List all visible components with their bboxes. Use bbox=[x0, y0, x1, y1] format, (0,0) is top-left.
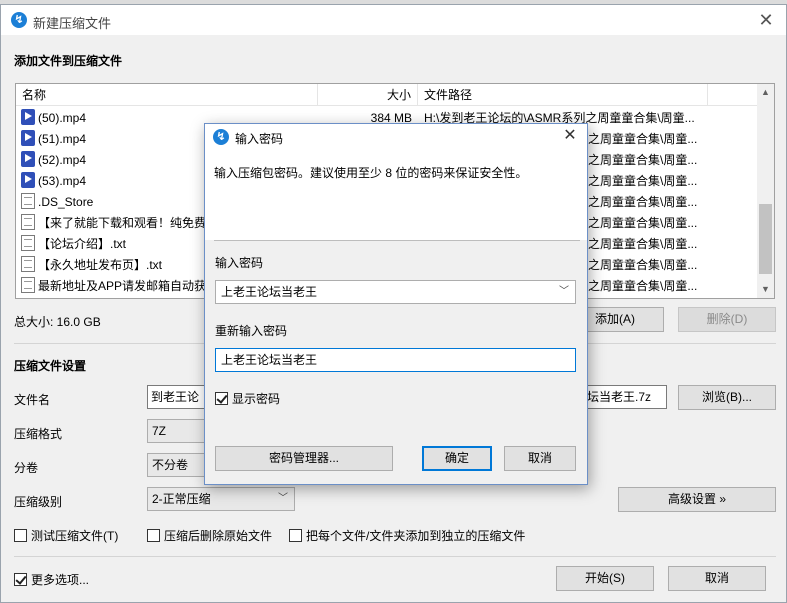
dialog-divider bbox=[214, 240, 580, 241]
footer-divider bbox=[14, 556, 776, 557]
dialog-description: 输入压缩包密码。建议使用至少 8 位的密码来保证安全性。 bbox=[214, 166, 528, 180]
file-name: 【永久地址发布页】.txt bbox=[38, 258, 163, 272]
checkbox-label: 把每个文件/文件夹添加到独立的压缩文件 bbox=[306, 529, 526, 543]
total-size-text: 总大小: 16.0 GB bbox=[14, 315, 101, 329]
file-name: (52).mp4 bbox=[38, 153, 87, 167]
main-cancel-button[interactable]: 取消 bbox=[668, 566, 766, 591]
scroll-up-icon[interactable]: ▲ bbox=[757, 84, 774, 101]
window-title: 新建压缩文件 bbox=[33, 16, 112, 31]
document-file-icon bbox=[21, 214, 35, 230]
file-path: 之周童童合集\周童... bbox=[588, 153, 698, 167]
checkbox-box bbox=[289, 529, 302, 542]
password-label: 输入密码 bbox=[215, 256, 264, 270]
window-close-icon[interactable]: ✕ bbox=[754, 8, 778, 32]
dialog-cancel-button[interactable]: 取消 bbox=[504, 446, 576, 471]
file-name: (53).mp4 bbox=[38, 174, 87, 188]
more-options-checkbox[interactable]: 更多选项... bbox=[14, 571, 89, 588]
password-manager-button[interactable]: 密码管理器... bbox=[215, 446, 393, 471]
document-file-icon bbox=[21, 277, 35, 293]
dialog-titlebar: ↯ 输入密码 ✕ bbox=[205, 124, 587, 150]
format-value: 7Z bbox=[152, 424, 167, 438]
password-input[interactable]: 上老王论坛当老王 ﹀ bbox=[215, 280, 576, 304]
add-files-heading: 添加文件到压缩文件 bbox=[14, 54, 123, 68]
checkbox-box bbox=[14, 529, 27, 542]
media-file-icon bbox=[21, 109, 35, 125]
column-header-name[interactable]: 名称 bbox=[16, 84, 318, 106]
level-label: 压缩级别 bbox=[14, 495, 63, 509]
column-header-path[interactable]: 文件路径 bbox=[418, 84, 708, 106]
dialog-close-icon[interactable]: ✕ bbox=[559, 125, 581, 147]
document-file-icon bbox=[21, 235, 35, 251]
ok-button[interactable]: 确定 bbox=[422, 446, 492, 471]
media-file-icon bbox=[21, 151, 35, 167]
reenter-password-input[interactable]: 上老王论坛当老王 bbox=[215, 348, 576, 372]
checkbox-label: 更多选项... bbox=[31, 573, 90, 587]
test-archive-checkbox[interactable]: 测试压缩文件(T) bbox=[14, 527, 118, 544]
checkbox-box bbox=[215, 392, 228, 405]
delete-button[interactable]: 删除(D) bbox=[678, 307, 776, 332]
chevron-down-icon: ﹀ bbox=[278, 493, 288, 504]
checkbox-box bbox=[14, 573, 27, 586]
column-header-size[interactable]: 大小 bbox=[318, 84, 418, 106]
file-path: 之周童童合集\周童... bbox=[588, 132, 698, 146]
format-label: 压缩格式 bbox=[14, 427, 63, 441]
file-path: 之周童童合集\周童... bbox=[588, 216, 698, 230]
checkbox-label: 压缩后删除原始文件 bbox=[164, 529, 273, 543]
file-path: 之周童童合集\周童... bbox=[588, 258, 698, 272]
file-path: 之周童童合集\周童... bbox=[588, 237, 698, 251]
checkbox-box bbox=[147, 529, 160, 542]
file-name: (51).mp4 bbox=[38, 132, 87, 146]
file-path: 之周童童合集\周童... bbox=[588, 279, 698, 293]
file-name: 【论坛介绍】.txt bbox=[38, 237, 127, 251]
file-name: (50).mp4 bbox=[38, 111, 87, 125]
scroll-down-icon[interactable]: ▼ bbox=[757, 281, 774, 298]
archive-settings-heading: 压缩文件设置 bbox=[14, 359, 87, 373]
scrollbar-thumb[interactable] bbox=[759, 204, 772, 274]
chevron-down-icon[interactable]: ﹀ bbox=[559, 281, 569, 303]
level-value: 2-正常压缩 bbox=[152, 492, 211, 506]
app-logo-icon: ↯ bbox=[213, 129, 229, 145]
file-name: .DS_Store bbox=[38, 195, 94, 209]
advanced-settings-button[interactable]: 高级设置 » bbox=[618, 487, 776, 512]
password-dialog: ↯ 输入密码 ✕ 输入压缩包密码。建议使用至少 8 位的密码来保证安全性。 输入… bbox=[204, 123, 588, 485]
media-file-icon bbox=[21, 130, 35, 146]
file-list-scrollbar[interactable]: ▲ ▼ bbox=[757, 84, 774, 298]
file-name: 最新地址及APP请发邮箱自动获 bbox=[38, 279, 207, 293]
password-value: 上老王论坛当老王 bbox=[221, 285, 318, 299]
start-button[interactable]: 开始(S) bbox=[556, 566, 654, 591]
separate-archives-checkbox[interactable]: 把每个文件/文件夹添加到独立的压缩文件 bbox=[289, 527, 525, 544]
browse-button[interactable]: 浏览(B)... bbox=[678, 385, 776, 410]
filename-label: 文件名 bbox=[14, 393, 51, 407]
show-password-checkbox[interactable]: 显示密码 bbox=[215, 390, 280, 407]
list-header: 名称 大小 文件路径 bbox=[16, 84, 758, 106]
level-select[interactable]: 2-正常压缩 ﹀ bbox=[147, 487, 295, 511]
volume-value: 不分卷 bbox=[152, 458, 189, 472]
document-file-icon bbox=[21, 193, 35, 209]
app-logo-icon: ↯ bbox=[11, 12, 27, 28]
media-file-icon bbox=[21, 172, 35, 188]
document-file-icon bbox=[21, 256, 35, 272]
volume-label: 分卷 bbox=[14, 461, 39, 475]
checkbox-label: 测试压缩文件(T) bbox=[31, 529, 119, 543]
reenter-password-label: 重新输入密码 bbox=[215, 324, 288, 338]
file-path: 之周童童合集\周童... bbox=[588, 174, 698, 188]
file-name: 【来了就能下载和观看！纯免费 bbox=[38, 216, 207, 230]
dialog-title: 输入密码 bbox=[235, 132, 284, 146]
dialog-info-panel: 输入压缩包密码。建议使用至少 8 位的密码来保证安全性。 bbox=[205, 150, 587, 240]
window-titlebar: ↯ 新建压缩文件 ✕ bbox=[1, 5, 786, 35]
delete-after-checkbox[interactable]: 压缩后删除原始文件 bbox=[147, 527, 272, 544]
checkbox-label: 显示密码 bbox=[232, 392, 281, 406]
file-path: 之周童童合集\周童... bbox=[588, 195, 698, 209]
